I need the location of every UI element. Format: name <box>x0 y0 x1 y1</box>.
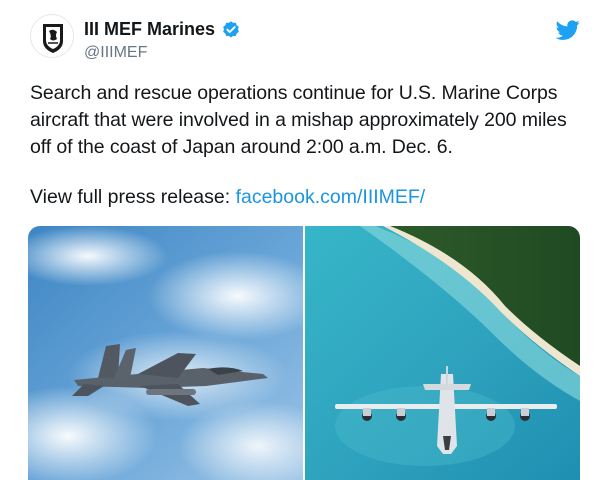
twitter-bird-icon[interactable] <box>556 18 580 42</box>
verified-badge-icon <box>223 20 239 37</box>
kc130-image <box>305 226 580 480</box>
author-name-text[interactable]: III MEF Marines <box>84 19 215 40</box>
tweet-card: III MEF Marines @IIIMEF Search and rescu… <box>0 0 600 480</box>
avatar[interactable] <box>30 14 74 58</box>
press-release-line: View full press release: facebook.com/II… <box>30 186 425 209</box>
marine-corps-emblem-icon <box>32 16 73 57</box>
press-release-link[interactable]: facebook.com/IIIMEF/ <box>236 186 426 208</box>
tweet-body: Search and rescue operations continue fo… <box>30 82 567 158</box>
media-grid <box>28 226 580 480</box>
author-handle[interactable]: @IIIMEF <box>84 44 147 62</box>
fa18-hornet-photo[interactable] <box>28 226 303 480</box>
author-name[interactable]: III MEF Marines <box>84 19 241 40</box>
press-release-prefix: View full press release: <box>30 186 236 208</box>
kc130-over-coast-photo[interactable] <box>305 226 580 480</box>
tweet-text: Search and rescue operations continue fo… <box>30 80 575 161</box>
fa18-hornet-image <box>28 226 303 480</box>
